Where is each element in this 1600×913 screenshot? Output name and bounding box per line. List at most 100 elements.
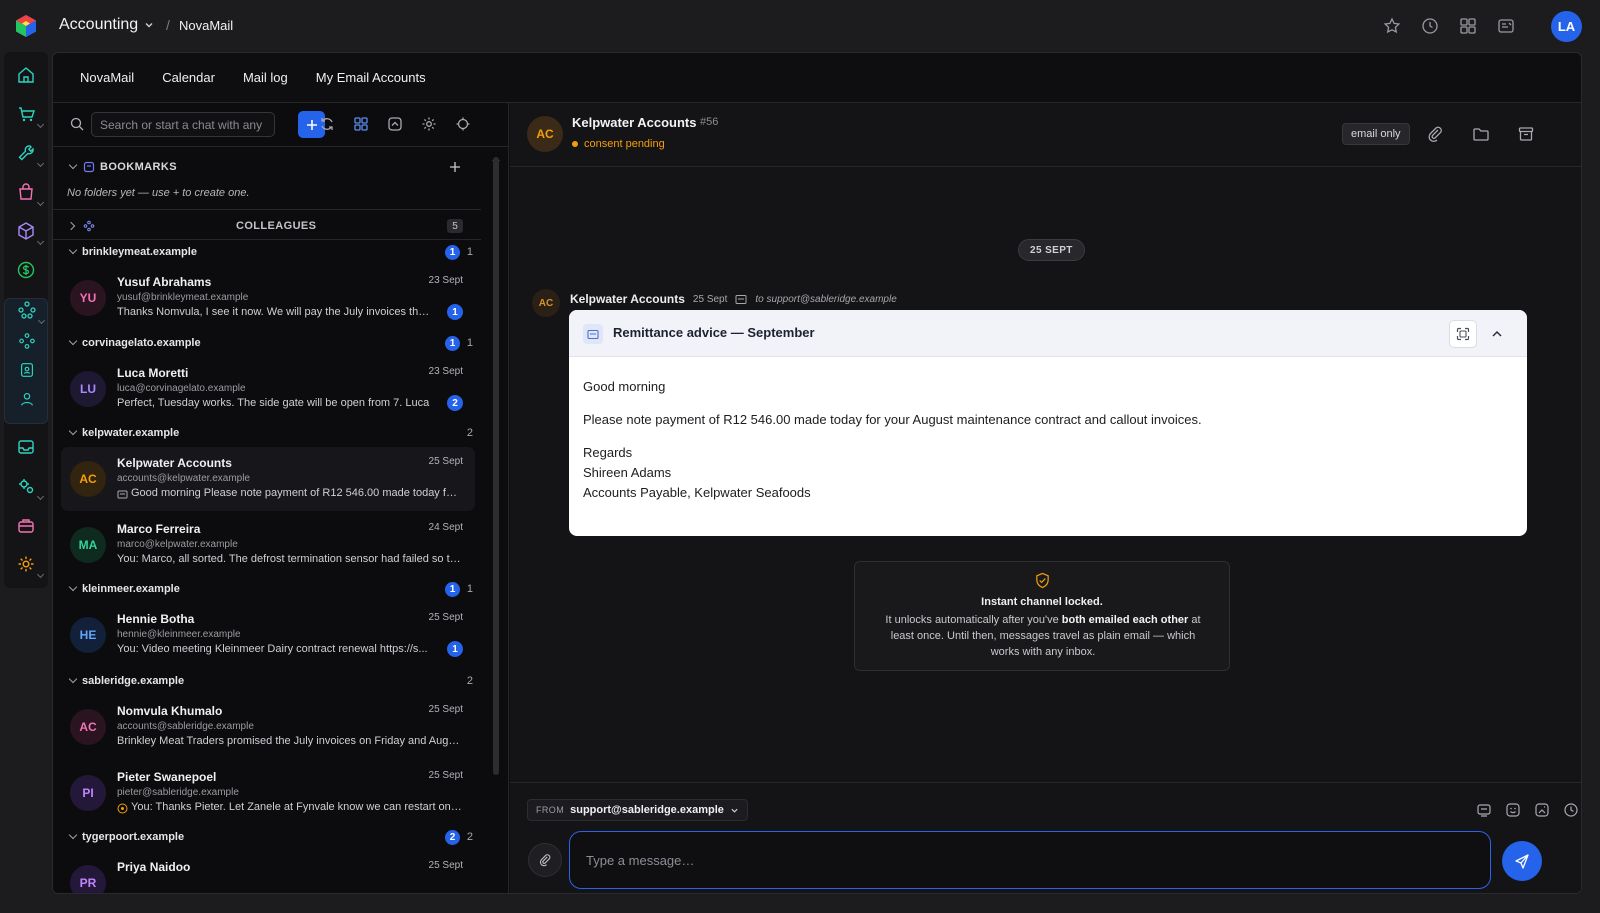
rail-automation[interactable] bbox=[4, 467, 48, 505]
conversation-item-active[interactable]: AC Kelpwater Accounts 25 Sept accounts@k… bbox=[61, 447, 475, 511]
scroll-up-arrow[interactable] bbox=[491, 149, 501, 161]
box-icon bbox=[18, 222, 34, 240]
colleagues-network-icon bbox=[83, 220, 95, 232]
rail-home[interactable] bbox=[4, 56, 48, 94]
email-greeting: Good morning bbox=[583, 379, 666, 394]
group-header-tygerpoort[interactable]: tygerpoort.example 2 2 bbox=[53, 829, 481, 847]
contact-email: hennie@kleinmeer.example bbox=[117, 629, 241, 640]
message-preview: Good morning Please note payment of R12 … bbox=[131, 487, 463, 499]
chat-list-scrollbar[interactable] bbox=[493, 157, 499, 775]
user-avatar[interactable]: LA bbox=[1551, 11, 1582, 42]
tab-my-email-accounts[interactable]: My Email Accounts bbox=[316, 70, 426, 85]
rail-finance[interactable] bbox=[4, 251, 48, 289]
rail-person[interactable] bbox=[5, 380, 49, 418]
rail-sales[interactable] bbox=[4, 95, 48, 133]
chat-list-pane: BOOKMARKS No folders yet — use + to crea… bbox=[53, 103, 509, 893]
ticket-number: #56 bbox=[700, 116, 719, 128]
contact-email: marco@kelpwater.example bbox=[117, 539, 238, 550]
plus-icon bbox=[306, 119, 317, 130]
collapse-button[interactable] bbox=[1483, 320, 1511, 348]
divider bbox=[53, 209, 481, 210]
network-icon bbox=[18, 301, 36, 319]
message-preview: You: Video meeting Kleinmeer Dairy contr… bbox=[117, 643, 428, 655]
lock-text-bold: both emailed each other bbox=[1061, 614, 1189, 626]
dollar-icon bbox=[17, 261, 35, 279]
group-header-brinkleymeat[interactable]: brinkleymeat.example 1 1 bbox=[53, 244, 481, 262]
schedule-icon[interactable] bbox=[1563, 802, 1579, 818]
star-icon[interactable] bbox=[1382, 16, 1402, 36]
contact-name: Hennie Botha bbox=[117, 612, 195, 626]
message-input[interactable] bbox=[569, 831, 1491, 889]
email-signature-title: Accounts Payable, Kelpwater Seafoods bbox=[583, 485, 811, 500]
tab-calendar[interactable]: Calendar bbox=[162, 70, 215, 85]
email-message-card: Remittance advice — September Good morni… bbox=[569, 310, 1527, 536]
bell-settings-icon[interactable] bbox=[455, 116, 471, 132]
archive-icon[interactable] bbox=[1517, 125, 1535, 143]
attach-image-icon[interactable] bbox=[1534, 802, 1550, 818]
group-header-kleinmeer[interactable]: kleinmeer.example 1 1 bbox=[53, 581, 481, 599]
top-bar: Accounting / NovaMail LA bbox=[0, 0, 1600, 52]
fullscreen-icon bbox=[1456, 327, 1470, 341]
from-account-selector[interactable]: FROM support@sableridge.example bbox=[527, 799, 748, 821]
status-dot-icon bbox=[572, 141, 578, 147]
gear-icon[interactable] bbox=[421, 116, 437, 132]
rail-inbox[interactable] bbox=[4, 428, 48, 466]
collapse-icon[interactable] bbox=[387, 116, 403, 132]
contact-name: Nomvula Khumalo bbox=[117, 704, 223, 718]
group-header-sableridge[interactable]: sableridge.example 2 bbox=[53, 673, 481, 691]
add-folder-icon[interactable] bbox=[449, 161, 461, 173]
expand-button[interactable] bbox=[1449, 320, 1477, 348]
bookmarks-label: BOOKMARKS bbox=[100, 161, 177, 173]
template-icon[interactable] bbox=[1476, 802, 1492, 818]
channel-mode-pill: email only bbox=[1342, 123, 1410, 145]
rail-settings[interactable] bbox=[4, 545, 48, 583]
rail-tools[interactable] bbox=[4, 134, 48, 172]
email-signoff: Regards bbox=[583, 445, 633, 460]
refresh-icon[interactable] bbox=[319, 116, 335, 132]
conversation-item[interactable]: HE Hennie Botha 25 Sept hennie@kleinmeer… bbox=[61, 603, 475, 667]
app-logo-icon[interactable] bbox=[14, 14, 38, 38]
pending-icon bbox=[117, 803, 128, 814]
rail-shop[interactable] bbox=[4, 173, 48, 211]
divider bbox=[53, 239, 481, 240]
paperclip-icon[interactable] bbox=[1426, 125, 1444, 143]
grid-view-icon[interactable] bbox=[353, 116, 369, 132]
rail-inventory[interactable] bbox=[4, 212, 48, 250]
colleagues-count-badge: 5 bbox=[447, 219, 463, 233]
reports-icon[interactable] bbox=[1496, 16, 1516, 36]
apps-grid-icon[interactable] bbox=[1458, 16, 1478, 36]
clock-icon[interactable] bbox=[1420, 16, 1440, 36]
colleagues-header[interactable]: COLLEAGUES 5 bbox=[53, 215, 481, 237]
group-unread-badge: 1 bbox=[445, 336, 460, 351]
bookmarks-header[interactable]: BOOKMARKS bbox=[53, 155, 481, 179]
send-button[interactable] bbox=[1502, 841, 1542, 881]
app-switcher[interactable]: Accounting bbox=[59, 16, 154, 34]
unread-badge: 2 bbox=[447, 395, 463, 411]
contact-card-icon bbox=[21, 363, 33, 377]
group-header-kelpwater[interactable]: kelpwater.example 2 bbox=[53, 425, 481, 443]
email-subject-icon bbox=[583, 324, 603, 344]
group-unread-badge: 1 bbox=[445, 245, 460, 260]
breadcrumb[interactable]: NovaMail bbox=[179, 18, 233, 33]
sender-avatar: AC bbox=[532, 289, 560, 317]
send-icon bbox=[1515, 854, 1529, 869]
search-input[interactable] bbox=[91, 112, 275, 137]
conversation-item[interactable]: MA Marco Ferreira 24 Sept marco@kelpwate… bbox=[61, 513, 475, 577]
emoji-icon[interactable] bbox=[1505, 802, 1521, 818]
from-address: support@sableridge.example bbox=[570, 804, 724, 816]
tab-novamail[interactable]: NovaMail bbox=[80, 70, 134, 85]
conversation-item[interactable]: AC Nomvula Khumalo 25 Sept accounts@sabl… bbox=[61, 695, 475, 759]
conversation-title: Kelpwater Accounts bbox=[572, 115, 697, 130]
folder-icon[interactable] bbox=[1472, 125, 1490, 143]
conversation-item[interactable]: YU Yusuf Abrahams 23 Sept yusuf@brinkley… bbox=[61, 266, 475, 330]
rail-portfolio[interactable] bbox=[4, 506, 48, 544]
conversation-item[interactable]: LU Luca Moretti 23 Sept luca@corvinagela… bbox=[61, 357, 475, 421]
contact-name: Kelpwater Accounts bbox=[117, 456, 232, 470]
tab-mail-log[interactable]: Mail log bbox=[243, 70, 288, 85]
conversation-item[interactable]: PR Priya Naidoo 25 Sept bbox=[61, 851, 475, 893]
conversation-item[interactable]: PI Pieter Swanepoel 25 Sept pieter@sable… bbox=[61, 761, 475, 825]
left-rail-lower bbox=[4, 428, 48, 588]
attach-button[interactable] bbox=[528, 843, 562, 877]
group-header-corvinagelato[interactable]: corvinagelato.example 1 1 bbox=[53, 335, 481, 353]
bookmarks-empty-text: No folders yet — use + to create one. bbox=[67, 187, 250, 199]
